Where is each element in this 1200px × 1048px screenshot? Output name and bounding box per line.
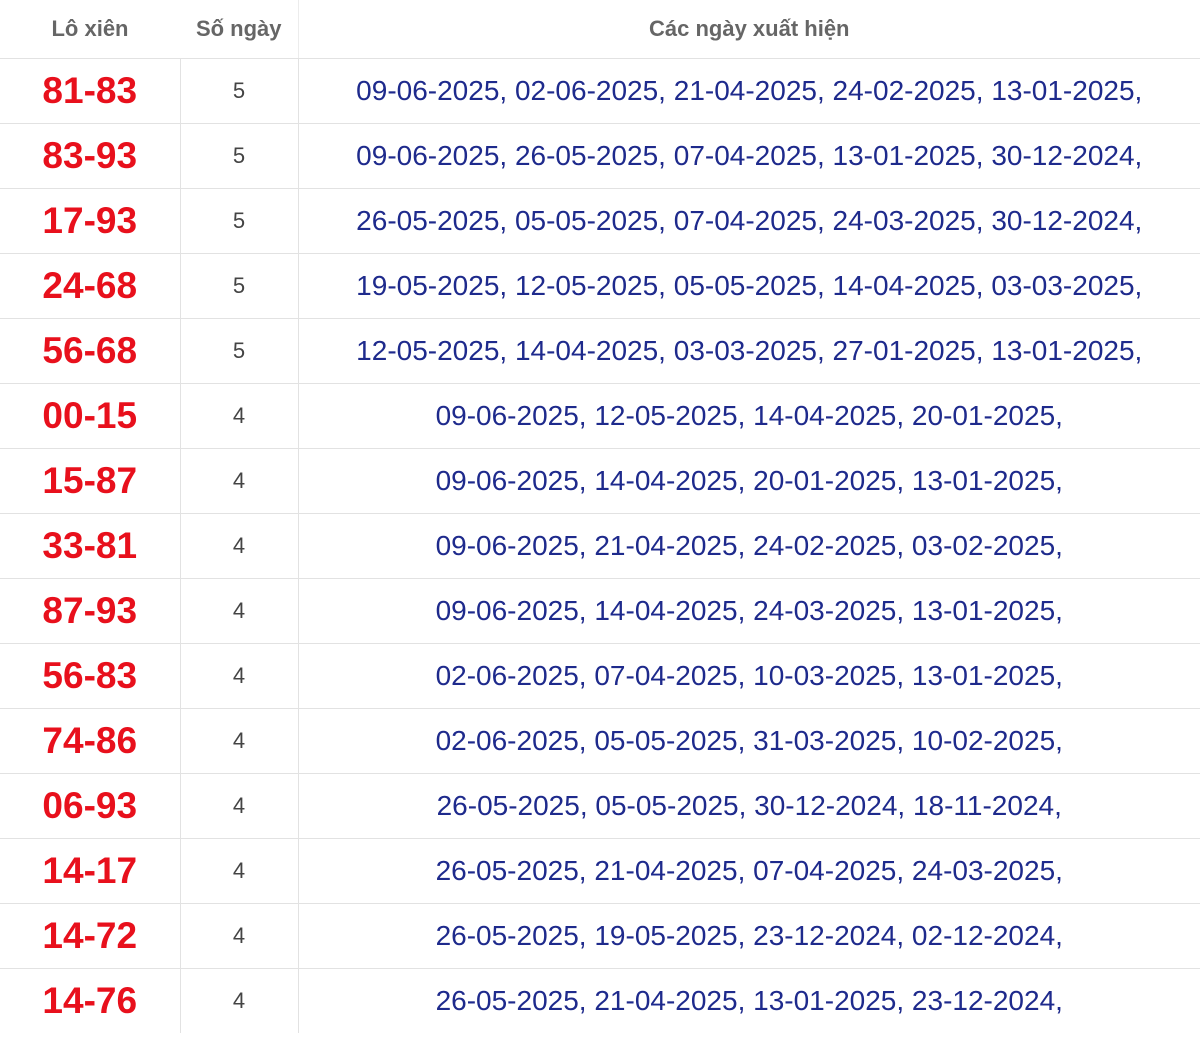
table-row: 83-93 5 09-06-2025, 26-05-2025, 07-04-20… bbox=[0, 123, 1200, 189]
pair-cell: 14-76 bbox=[0, 968, 181, 1033]
table-row: 87-93 4 09-06-2025, 14-04-2025, 24-03-20… bbox=[0, 578, 1200, 644]
pair-cell: 87-93 bbox=[0, 578, 181, 644]
dates-cell: 09-06-2025, 02-06-2025, 21-04-2025, 24-0… bbox=[298, 58, 1200, 124]
count-cell: 5 bbox=[180, 188, 299, 254]
pair-cell: 17-93 bbox=[0, 188, 181, 254]
pair-cell: 33-81 bbox=[0, 513, 181, 579]
pair-cell: 81-83 bbox=[0, 58, 181, 124]
dates-cell: 12-05-2025, 14-04-2025, 03-03-2025, 27-0… bbox=[298, 318, 1200, 384]
table-body: 81-83 5 09-06-2025, 02-06-2025, 21-04-20… bbox=[0, 58, 1200, 1033]
count-cell: 4 bbox=[180, 643, 299, 709]
table-row: 81-83 5 09-06-2025, 02-06-2025, 21-04-20… bbox=[0, 58, 1200, 124]
count-cell: 5 bbox=[180, 318, 299, 384]
pair-cell: 56-68 bbox=[0, 318, 181, 384]
dates-cell: 19-05-2025, 12-05-2025, 05-05-2025, 14-0… bbox=[298, 253, 1200, 319]
dates-cell: 02-06-2025, 05-05-2025, 31-03-2025, 10-0… bbox=[298, 708, 1200, 774]
pair-cell: 56-83 bbox=[0, 643, 181, 709]
dates-cell: 26-05-2025, 21-04-2025, 13-01-2025, 23-1… bbox=[298, 968, 1200, 1033]
table-row: 56-68 5 12-05-2025, 14-04-2025, 03-03-20… bbox=[0, 318, 1200, 384]
count-cell: 4 bbox=[180, 838, 299, 904]
table-row: 74-86 4 02-06-2025, 05-05-2025, 31-03-20… bbox=[0, 708, 1200, 774]
count-cell: 4 bbox=[180, 708, 299, 774]
table-row: 14-17 4 26-05-2025, 21-04-2025, 07-04-20… bbox=[0, 838, 1200, 904]
pair-cell: 14-17 bbox=[0, 838, 181, 904]
dates-cell: 09-06-2025, 12-05-2025, 14-04-2025, 20-0… bbox=[298, 383, 1200, 449]
dates-cell: 09-06-2025, 21-04-2025, 24-02-2025, 03-0… bbox=[298, 513, 1200, 579]
dates-cell: 26-05-2025, 05-05-2025, 30-12-2024, 18-1… bbox=[298, 773, 1200, 839]
header-pair: Lô xiên bbox=[0, 0, 180, 59]
pair-cell: 00-15 bbox=[0, 383, 181, 449]
pair-cell: 24-68 bbox=[0, 253, 181, 319]
header-dates: Các ngày xuất hiện bbox=[297, 0, 1200, 59]
dates-cell: 09-06-2025, 14-04-2025, 24-03-2025, 13-0… bbox=[298, 578, 1200, 644]
table-row: 06-93 4 26-05-2025, 05-05-2025, 30-12-20… bbox=[0, 773, 1200, 839]
table-row: 56-83 4 02-06-2025, 07-04-2025, 10-03-20… bbox=[0, 643, 1200, 709]
count-cell: 4 bbox=[180, 513, 299, 579]
lo-xien-table: Lô xiên Số ngày Các ngày xuất hiện 81-83… bbox=[0, 0, 1200, 1033]
count-cell: 4 bbox=[180, 773, 299, 839]
table-header: Lô xiên Số ngày Các ngày xuất hiện bbox=[0, 0, 1200, 59]
pair-cell: 74-86 bbox=[0, 708, 181, 774]
count-cell: 5 bbox=[180, 253, 299, 319]
count-cell: 4 bbox=[180, 903, 299, 969]
table-row: 24-68 5 19-05-2025, 12-05-2025, 05-05-20… bbox=[0, 253, 1200, 319]
pair-cell: 15-87 bbox=[0, 448, 181, 514]
count-cell: 4 bbox=[180, 968, 299, 1033]
table-row: 00-15 4 09-06-2025, 12-05-2025, 14-04-20… bbox=[0, 383, 1200, 449]
dates-cell: 26-05-2025, 05-05-2025, 07-04-2025, 24-0… bbox=[298, 188, 1200, 254]
count-cell: 4 bbox=[180, 383, 299, 449]
table-row: 17-93 5 26-05-2025, 05-05-2025, 07-04-20… bbox=[0, 188, 1200, 254]
pair-cell: 06-93 bbox=[0, 773, 181, 839]
header-row: Lô xiên Số ngày Các ngày xuất hiện bbox=[0, 0, 1200, 59]
dates-cell: 26-05-2025, 21-04-2025, 07-04-2025, 24-0… bbox=[298, 838, 1200, 904]
dates-cell: 09-06-2025, 26-05-2025, 07-04-2025, 13-0… bbox=[298, 123, 1200, 189]
count-cell: 5 bbox=[180, 58, 299, 124]
table-row: 14-76 4 26-05-2025, 21-04-2025, 13-01-20… bbox=[0, 968, 1200, 1033]
dates-cell: 09-06-2025, 14-04-2025, 20-01-2025, 13-0… bbox=[298, 448, 1200, 514]
header-count: Số ngày bbox=[180, 0, 298, 59]
table-row: 14-72 4 26-05-2025, 19-05-2025, 23-12-20… bbox=[0, 903, 1200, 969]
pair-cell: 83-93 bbox=[0, 123, 181, 189]
table-row: 33-81 4 09-06-2025, 21-04-2025, 24-02-20… bbox=[0, 513, 1200, 579]
table-row: 15-87 4 09-06-2025, 14-04-2025, 20-01-20… bbox=[0, 448, 1200, 514]
count-cell: 4 bbox=[180, 448, 299, 514]
pair-cell: 14-72 bbox=[0, 903, 181, 969]
dates-cell: 02-06-2025, 07-04-2025, 10-03-2025, 13-0… bbox=[298, 643, 1200, 709]
count-cell: 4 bbox=[180, 578, 299, 644]
dates-cell: 26-05-2025, 19-05-2025, 23-12-2024, 02-1… bbox=[298, 903, 1200, 969]
count-cell: 5 bbox=[180, 123, 299, 189]
